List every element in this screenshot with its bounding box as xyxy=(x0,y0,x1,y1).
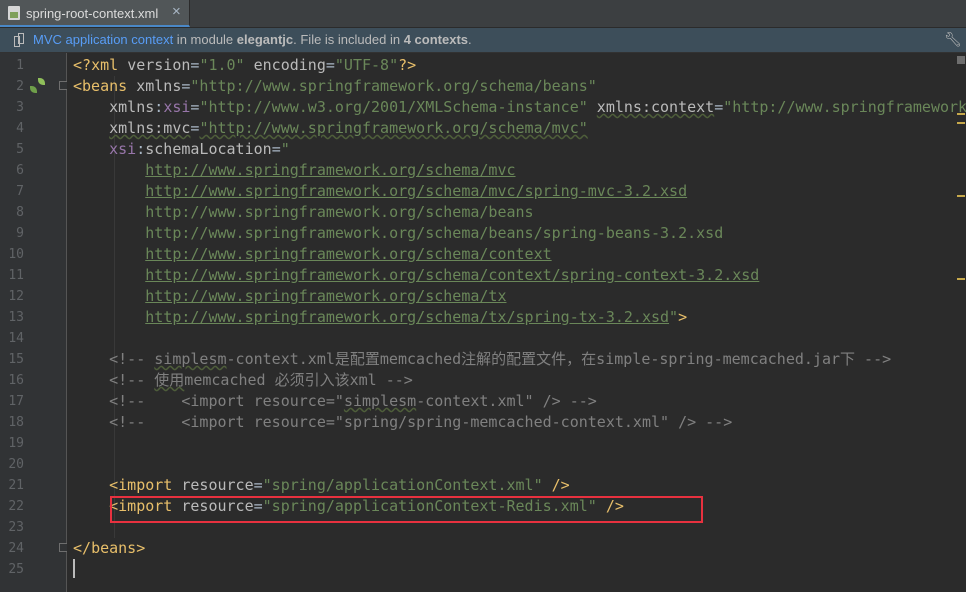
module-name: elegantjc xyxy=(236,32,294,47)
line-number: 7 xyxy=(16,184,24,199)
code-line-3: xmlns:xsi="http://www.w3.org/2001/XMLSch… xyxy=(109,98,966,116)
editor-tab-bar: spring-root-context.xml × xyxy=(0,0,966,28)
warning-stripe-mark[interactable] xyxy=(957,122,965,124)
code-line-11: http://www.springframework.org/schema/co… xyxy=(145,266,760,284)
line-number: 15 xyxy=(8,352,24,367)
code-line-17: <!-- <import resource="simplesm-context.… xyxy=(109,392,597,410)
line-number: 12 xyxy=(8,289,24,304)
contexts-count: 4 contexts xyxy=(403,32,469,47)
line-number: 23 xyxy=(8,520,24,535)
inspection-status-icon[interactable] xyxy=(957,56,965,64)
line-number: 9 xyxy=(16,226,24,241)
line-number: 8 xyxy=(16,205,24,220)
spring-bean-icon[interactable] xyxy=(30,78,46,94)
line-number: 21 xyxy=(8,478,24,493)
line-number: 22 xyxy=(8,499,24,514)
warning-stripe-mark[interactable] xyxy=(957,195,965,197)
line-number: 5 xyxy=(16,142,24,157)
line-number: 17 xyxy=(8,394,24,409)
code-line-10: http://www.springframework.org/schema/co… xyxy=(145,245,552,263)
line-number-gutter[interactable]: 1 2 3 4 5 6 7 8 9 10 11 12 13 14 15 16 1… xyxy=(0,53,67,592)
line-number: 18 xyxy=(8,415,24,430)
text-caret xyxy=(73,559,75,578)
code-line-8: http://www.springframework.org/schema/be… xyxy=(145,203,534,221)
line-number: 6 xyxy=(16,163,24,178)
line-number: 16 xyxy=(8,373,24,388)
line-number: 2 xyxy=(16,79,24,94)
code-line-1: <?xml version="1.0" encoding="UTF-8"?> xyxy=(73,56,417,74)
code-line-16: <!-- 使用memcached 必须引入该xml --> xyxy=(109,371,413,389)
warning-stripe-mark[interactable] xyxy=(957,113,965,115)
line-number: 14 xyxy=(8,331,24,346)
line-number: 4 xyxy=(16,121,24,136)
line-number: 20 xyxy=(8,457,24,472)
line-number: 11 xyxy=(8,268,24,283)
context-info-bar: MVC application context in module elegan… xyxy=(0,28,966,53)
line-number: 13 xyxy=(8,310,24,325)
code-line-4: xmlns:mvc="http://www.springframework.or… xyxy=(109,119,588,137)
xml-file-icon xyxy=(8,6,20,20)
line-number: 3 xyxy=(16,100,24,115)
code-line-24: </beans> xyxy=(73,539,146,557)
code-line-15: <!-- simplesm-context.xml是配置memcached注解的… xyxy=(109,350,892,368)
code-line-2: <beans xmlns="http://www.springframework… xyxy=(73,77,597,95)
close-tab-icon[interactable]: × xyxy=(172,3,181,20)
line-number: 25 xyxy=(8,562,24,577)
wrench-icon[interactable]: 🔧︎ xyxy=(944,31,962,48)
tab-spring-root-context[interactable]: spring-root-context.xml × xyxy=(0,0,190,27)
line-number: 19 xyxy=(8,436,24,451)
mvc-application-context-link[interactable]: MVC application context xyxy=(33,32,173,47)
red-highlight-box xyxy=(110,496,703,523)
code-line-9: http://www.springframework.org/schema/be… xyxy=(145,224,724,242)
code-line-18: <!-- <import resource="spring/spring-mem… xyxy=(109,413,733,431)
warning-stripe-mark[interactable] xyxy=(957,278,965,280)
code-line-12: http://www.springframework.org/schema/tx xyxy=(145,287,507,305)
code-line-21: <import resource="spring/applicationCont… xyxy=(109,476,570,494)
code-line-6: http://www.springframework.org/schema/mv… xyxy=(145,161,516,179)
line-number: 10 xyxy=(8,247,24,262)
context-info-text: MVC application context in module elegan… xyxy=(33,32,472,47)
tab-label: spring-root-context.xml xyxy=(26,6,159,21)
code-line-7: http://www.springframework.org/schema/mv… xyxy=(145,182,688,200)
code-line-13: http://www.springframework.org/schema/tx… xyxy=(145,308,688,326)
context-icon xyxy=(14,33,24,47)
line-number: 24 xyxy=(8,541,24,556)
line-number: 1 xyxy=(16,58,24,73)
code-line-5: xsi:schemaLocation=" xyxy=(109,140,290,158)
